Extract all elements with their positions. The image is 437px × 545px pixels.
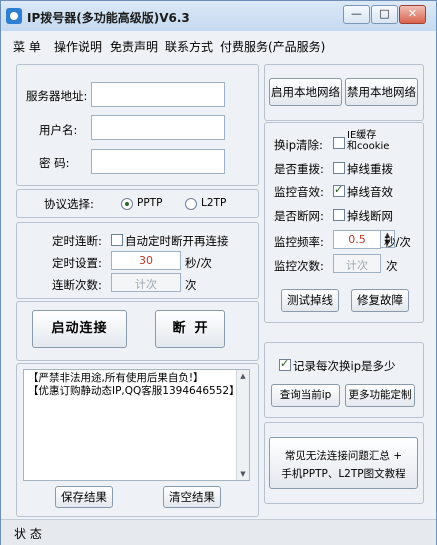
menu-contact[interactable]: 联系方式 — [165, 38, 213, 55]
break-network-label: 是否断网: — [274, 209, 324, 223]
log-line-2: 【优惠订购静动态IP,QQ客服1394646552】 — [28, 385, 240, 397]
disconnect-count-placeholder: 计次 — [135, 278, 157, 291]
repair-fault-button[interactable]: 修复故障 — [351, 289, 409, 312]
status-text: 状 态 — [14, 527, 42, 541]
monitor-count-placeholder: 计次 — [346, 259, 368, 272]
protocol-pptp-radio[interactable] — [121, 198, 133, 210]
help-tutorial-button[interactable]: 常见无法连接问题汇总 + 手机PPTP、L2TP图文教程 — [269, 437, 418, 489]
timer-disconnect-label: 定时连断: — [52, 234, 102, 248]
status-bar: 状 态 — [1, 519, 436, 545]
timer-setting-unit: 秒/次 — [185, 256, 212, 270]
auto-reconnect-checkbox[interactable] — [111, 234, 123, 246]
timer-setting-input[interactable]: 30 — [111, 251, 181, 270]
monitor-frequency-input[interactable]: 0.5 — [333, 230, 381, 249]
disconnect-count-label: 连断次数: — [52, 278, 102, 292]
title-bar: IP拨号器(多功能高级版)V6.3 — □ ✕ — [1, 1, 436, 31]
clear-ie-cache-text-2: 和cookie — [347, 141, 390, 152]
clear-results-button[interactable]: 清空结果 — [163, 486, 221, 508]
records-group: 记录每次换ip是多少 查询当前ip 更多功能定制 — [264, 342, 424, 418]
log-each-ip-checkbox[interactable] — [279, 357, 291, 371]
break-network-checkbox[interactable] — [333, 209, 345, 221]
menu-instructions[interactable]: 操作说明 — [54, 38, 102, 55]
server-group: 服务器地址: 用户名: 密 码: — [16, 64, 259, 186]
username-input[interactable] — [91, 115, 225, 140]
log-group: 【严禁非法用途,所有使用后果自负!】 【优惠订购静动态IP,QQ客服139464… — [16, 363, 259, 517]
monitor-options-group: 换ip清除: IE缓存 和cookie 是否重拨: 掉线重拨 监控音效: 掉线音… — [264, 122, 424, 323]
query-current-ip-button[interactable]: 查询当前ip — [271, 384, 340, 407]
timer-group: 定时连断: 自动定时断开再连接 定时设置: 30 秒/次 连断次数: 计次 次 — [16, 222, 259, 299]
auto-reconnect-label: 自动定时断开再连接 — [125, 234, 229, 248]
drop-sound-checkbox[interactable] — [333, 183, 345, 197]
log-each-ip-label: 记录每次换ip是多少 — [293, 359, 396, 373]
action-group: 启动连接 断 开 — [16, 301, 259, 361]
enable-network-button[interactable]: 启用本地网络 — [269, 78, 342, 106]
maximize-button[interactable]: □ — [371, 5, 398, 24]
protocol-l2tp-label: L2TP — [201, 197, 227, 209]
window-title: IP拨号器(多功能高级版)V6.3 — [27, 11, 190, 25]
monitor-frequency-label: 监控频率: — [274, 235, 324, 249]
menu-main[interactable]: 菜 单 — [13, 38, 41, 55]
clear-ie-cache-text-1: IE缓存 — [347, 130, 377, 141]
test-drop-button[interactable]: 测试掉线 — [281, 289, 339, 312]
sound-label: 监控音效: — [274, 185, 324, 199]
disable-network-button[interactable]: 禁用本地网络 — [345, 78, 418, 106]
redial-checkbox[interactable] — [333, 162, 345, 174]
break-network-text: 掉线断网 — [347, 209, 393, 223]
save-results-button[interactable]: 保存结果 — [55, 486, 113, 508]
app-logo-icon — [6, 8, 22, 24]
password-input[interactable] — [91, 149, 225, 174]
clear-ie-cache-checkbox[interactable] — [333, 137, 345, 149]
server-address-label: 服务器地址: — [26, 89, 88, 103]
disconnect-button[interactable]: 断 开 — [155, 310, 225, 348]
password-label: 密 码: — [39, 156, 70, 170]
monitor-frequency-unit: 秒/次 — [384, 235, 411, 249]
protocol-group: 协议选择: PPTP L2TP — [16, 189, 259, 218]
help-line-1: 常见无法连接问题汇总 + — [284, 450, 403, 462]
monitor-count-field: 计次 — [333, 254, 381, 273]
redial-label: 是否重拨: — [274, 162, 324, 176]
more-custom-button[interactable]: 更多功能定制 — [345, 384, 415, 407]
disconnect-count-field: 计次 — [111, 273, 181, 292]
log-scrollbar[interactable]: ▲ ▼ — [236, 370, 249, 480]
timer-setting-value: 30 — [139, 254, 153, 267]
monitor-count-unit: 次 — [386, 259, 398, 273]
help-line-2: 手机PPTP、L2TP图文教程 — [281, 468, 406, 480]
username-label: 用户名: — [39, 123, 78, 137]
help-group: 常见无法连接问题汇总 + 手机PPTP、L2TP图文教程 — [264, 422, 424, 504]
log-textarea[interactable]: 【严禁非法用途,所有使用后果自负!】 【优惠订购静动态IP,QQ客服139464… — [23, 369, 250, 481]
clear-ip-label: 换ip清除: — [274, 138, 323, 152]
log-line-1: 【严禁非法用途,所有使用后果自负!】 — [28, 372, 204, 384]
scroll-up-icon[interactable]: ▲ — [238, 371, 248, 381]
protocol-l2tp-radio[interactable] — [185, 198, 197, 210]
scroll-down-icon[interactable]: ▼ — [238, 469, 248, 479]
drop-sound-text: 掉线音效 — [347, 185, 393, 199]
menu-paid-service[interactable]: 付费服务(产品服务) — [220, 38, 325, 55]
minimize-button[interactable]: — — [343, 5, 370, 24]
timer-setting-label: 定时设置: — [52, 256, 102, 270]
menu-bar: 菜 单 操作说明 免责声明 联系方式 付费服务(产品服务) — [1, 35, 436, 55]
protocol-pptp-label: PPTP — [137, 197, 163, 209]
monitor-count-label: 监控次数: — [274, 259, 324, 273]
start-connect-button[interactable]: 启动连接 — [32, 310, 127, 348]
close-button[interactable]: ✕ — [399, 5, 426, 24]
server-address-input[interactable] — [91, 82, 225, 107]
menu-disclaimer[interactable]: 免责声明 — [110, 38, 158, 55]
app-window: IP拨号器(多功能高级版)V6.3 — □ ✕ 菜 单 操作说明 免责声明 联系… — [0, 0, 437, 545]
redial-text: 掉线重拨 — [347, 162, 393, 176]
monitor-frequency-value: 0.5 — [348, 233, 366, 246]
disconnect-count-unit: 次 — [185, 278, 197, 292]
protocol-label: 协议选择: — [44, 197, 94, 211]
network-group: 启用本地网络 禁用本地网络 — [264, 64, 424, 121]
